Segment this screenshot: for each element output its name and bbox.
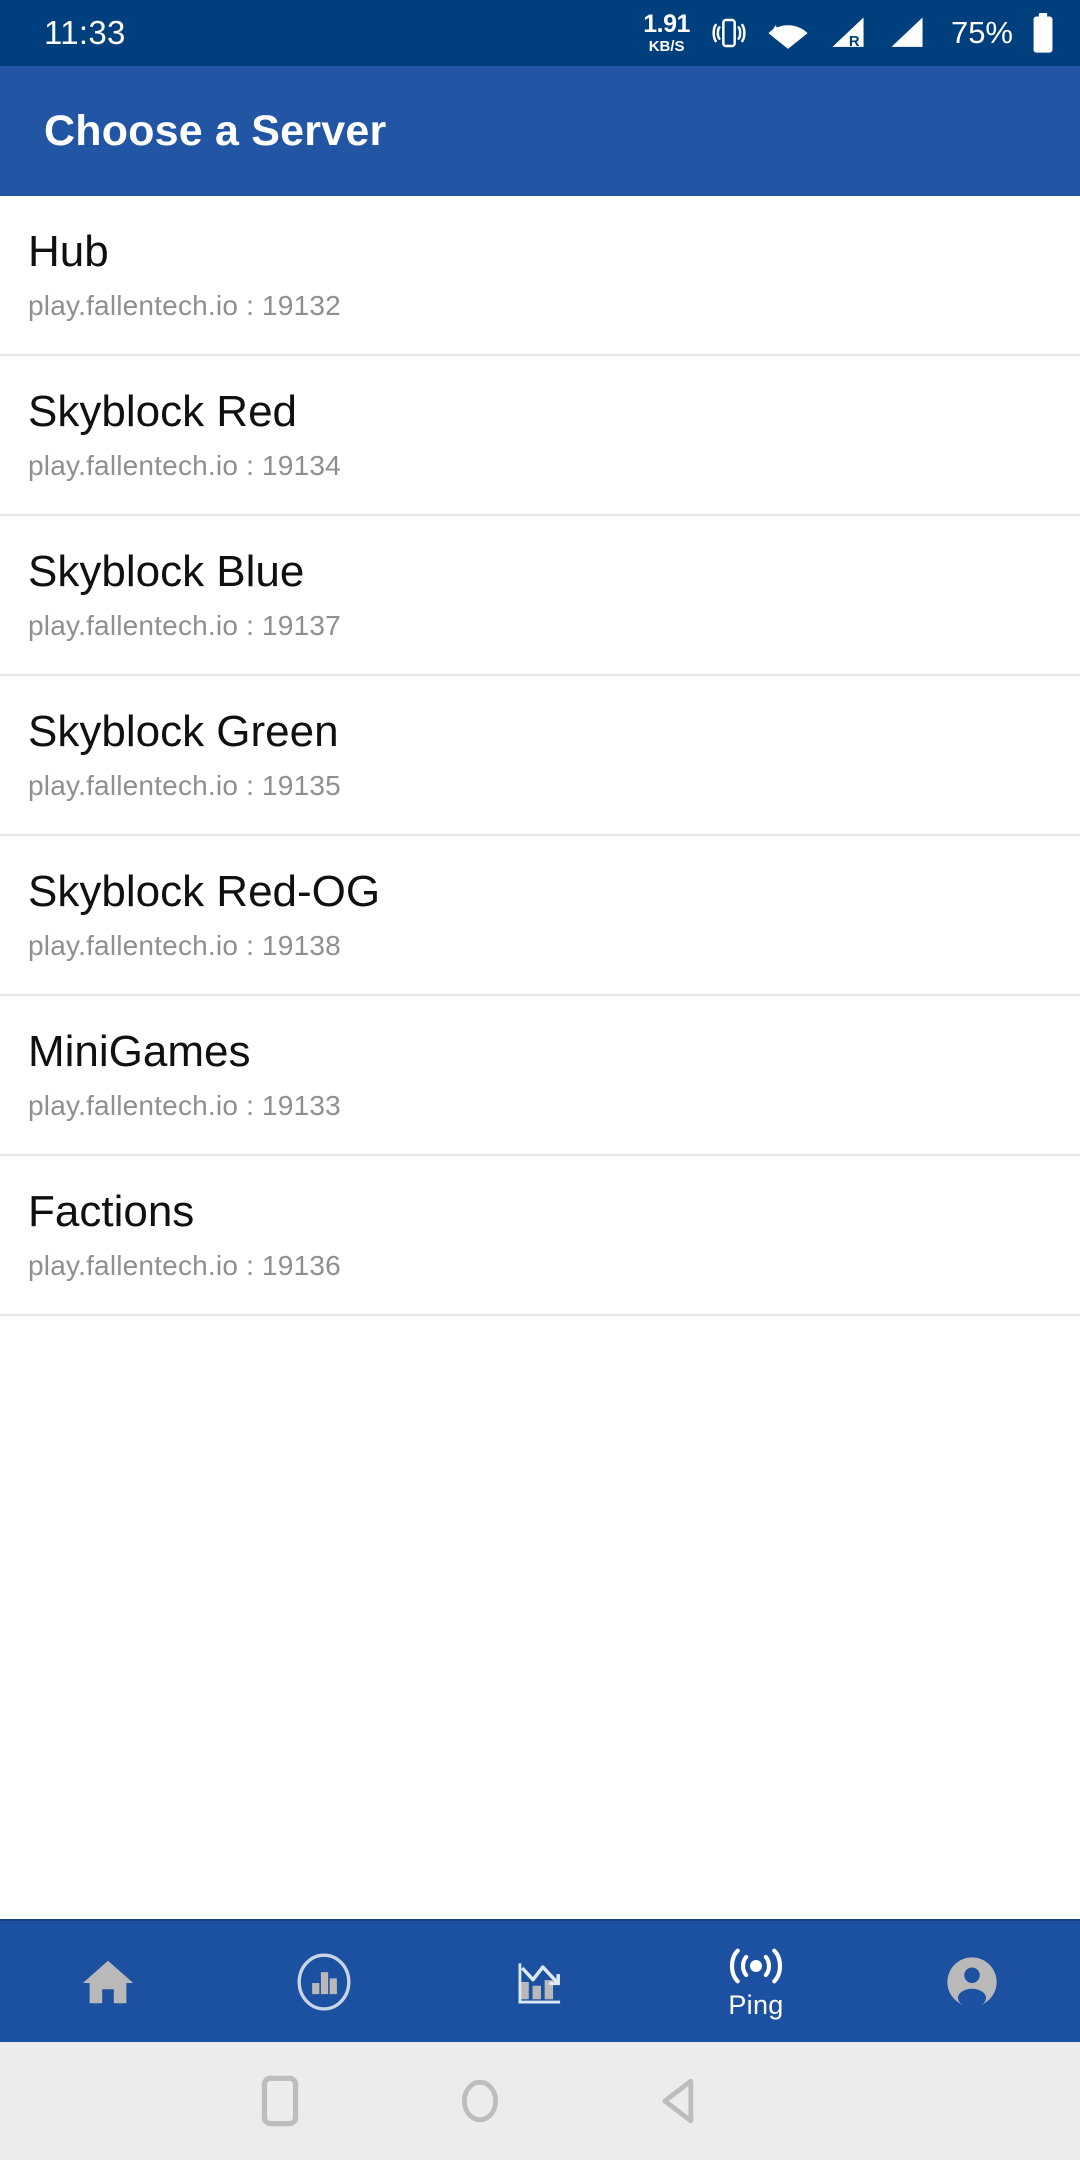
ping-broadcast-icon [729, 1948, 783, 1984]
status-bar: 11:33 1.91 KB/S R 75% [0, 0, 1080, 66]
network-speed-value: 1.91 [643, 10, 690, 38]
signal-icon [891, 17, 923, 47]
server-list-item[interactable]: Skyblock Red-OG play.fallentech.io : 191… [0, 836, 1080, 996]
server-name: Factions [28, 1186, 195, 1236]
server-name: Skyblock Red-OG [28, 866, 381, 916]
vibrate-icon [712, 18, 746, 48]
recents-button[interactable] [180, 2042, 380, 2160]
server-address: play.fallentech.io : 19135 [28, 770, 341, 802]
status-icons: 1.91 KB/S R 75% [643, 12, 1056, 54]
home-circle-icon [461, 2079, 499, 2123]
leaderboard-icon [297, 1952, 351, 2011]
recents-square-icon [261, 2075, 299, 2127]
nav-item-stats[interactable] [432, 1921, 648, 2042]
server-name: Hub [28, 226, 109, 276]
server-address: play.fallentech.io : 19137 [28, 610, 341, 642]
server-list-item[interactable]: Hub play.fallentech.io : 19132 [0, 196, 1080, 356]
server-address: play.fallentech.io : 19132 [28, 290, 341, 322]
server-address: play.fallentech.io : 19134 [28, 450, 341, 482]
server-name: Skyblock Green [28, 706, 339, 756]
server-name: MiniGames [28, 1026, 251, 1076]
wifi-icon [768, 25, 808, 49]
server-list-item[interactable]: Factions play.fallentech.io : 19136 [0, 1156, 1080, 1316]
server-name: Skyblock Red [28, 386, 298, 436]
phone-screen: 11:33 1.91 KB/S R 75% Choose a Server Hu… [0, 0, 1080, 2160]
server-address: play.fallentech.io : 19138 [28, 930, 341, 962]
nav-item-home[interactable] [0, 1921, 216, 2042]
page-title: Choose a Server [44, 106, 387, 155]
home-icon [82, 1960, 134, 2003]
server-name: Skyblock Blue [28, 546, 305, 596]
back-button[interactable] [580, 2042, 780, 2160]
battery-icon [1033, 13, 1053, 53]
server-list[interactable]: Hub play.fallentech.io : 19132 Skyblock … [0, 196, 1080, 1919]
server-address: play.fallentech.io : 19136 [28, 1250, 341, 1282]
account-icon [947, 1956, 997, 2007]
server-list-item[interactable]: MiniGames play.fallentech.io : 19133 [0, 996, 1080, 1156]
network-speed-indicator: 1.91 KB/S [643, 10, 690, 55]
nav-item-leaderboard[interactable] [216, 1921, 432, 2042]
nav-label-ping: Ping [728, 1990, 784, 2020]
app-bar: Choose a Server [0, 66, 1080, 196]
signal-roaming-icon: R [832, 17, 864, 50]
home-button[interactable] [380, 2042, 580, 2160]
bottom-navigation-bar: Ping [0, 1919, 1080, 2042]
battery-percent-label: 75% [950, 15, 1013, 50]
server-address: play.fallentech.io : 19133 [28, 1090, 341, 1122]
svg-text:R: R [849, 34, 860, 50]
back-triangle-icon [662, 2078, 694, 2124]
server-list-item[interactable]: Skyblock Red play.fallentech.io : 19134 [0, 356, 1080, 516]
android-system-navigation-bar [0, 2042, 1080, 2160]
stats-chart-icon [518, 1962, 561, 2003]
network-speed-unit: KB/S [648, 38, 685, 55]
nav-item-ping[interactable]: Ping [648, 1921, 864, 2042]
server-list-item[interactable]: Skyblock Blue play.fallentech.io : 19137 [0, 516, 1080, 676]
server-list-item[interactable]: Skyblock Green play.fallentech.io : 1913… [0, 676, 1080, 836]
nav-item-account[interactable] [864, 1921, 1080, 2042]
status-clock: 11:33 [44, 14, 126, 51]
